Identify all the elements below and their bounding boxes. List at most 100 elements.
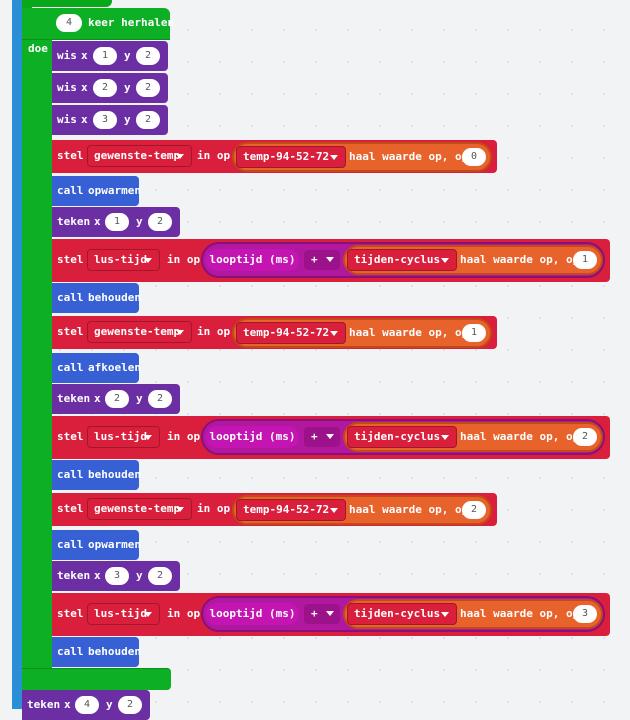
array-dropdown[interactable]: temp-94-52-72 xyxy=(236,499,346,521)
teken-block[interactable]: teken x 4 y 2 xyxy=(22,690,150,720)
y-value-input[interactable]: 2 xyxy=(136,47,160,65)
array-get-block[interactable]: temp-94-52-72 haal waarde op, op 2 xyxy=(232,495,492,525)
x-value-input[interactable]: 4 xyxy=(75,696,99,714)
looptijd-block[interactable]: looptijd (ms) xyxy=(206,249,299,271)
array-get-label: haal waarde op, op xyxy=(349,326,469,339)
operator-label: + xyxy=(311,607,318,620)
call-opwarmen-block[interactable]: call opwarmen xyxy=(52,176,141,206)
teken-block[interactable]: teken x 2 y 2 xyxy=(52,384,180,414)
variable-dropdown-label: gewenste-temp xyxy=(94,502,181,515)
x-value-input[interactable]: 1 xyxy=(105,213,129,231)
teken-label: teken xyxy=(27,698,61,711)
array-get-label: haal waarde op, op xyxy=(460,607,580,620)
wis-block[interactable]: wis x 1 y 2 xyxy=(52,41,168,71)
repeat-block-body[interactable]: doe xyxy=(22,40,52,690)
array-dropdown-label: temp-94-52-72 xyxy=(243,503,330,516)
y-value-input[interactable]: 2 xyxy=(136,111,160,129)
variable-dropdown[interactable]: lus-tijd xyxy=(87,603,160,625)
set-gewenste-temp-block[interactable]: stel gewenste-temp in op temp-94-52-72 haal … xyxy=(52,493,497,526)
operator-dropdown[interactable]: + xyxy=(304,604,340,624)
repeat-count-input[interactable]: 4 xyxy=(56,14,82,32)
array-dropdown[interactable]: temp-94-52-72 xyxy=(236,146,346,168)
set-lus-tijd-block[interactable]: stel lus-tijd in op looptijd (ms) + tijden-cy… xyxy=(52,593,610,636)
array-dropdown-label: tijden-cyclus xyxy=(354,430,441,443)
call-opwarmen-block[interactable]: call opwarmen xyxy=(52,530,141,560)
math-add-block[interactable]: looptijd (ms) + tijden-cyclus haal waarde o… xyxy=(201,596,605,632)
set-lus-tijd-block[interactable]: stel lus-tijd in op looptijd (ms) + tijden-cy… xyxy=(52,239,610,282)
chevron-down-icon xyxy=(326,611,334,616)
y-value-input[interactable]: 2 xyxy=(148,567,172,585)
set-lus-tijd-block[interactable]: stel lus-tijd in op looptijd (ms) + tijden-cy… xyxy=(52,416,610,459)
x-value-input[interactable]: 3 xyxy=(105,567,129,585)
call-behouden-block[interactable]: call behouden xyxy=(52,460,141,490)
x-label: x xyxy=(81,81,88,94)
array-get-block[interactable]: tijden-cyclus haal waarde op, op 2 xyxy=(343,422,603,452)
array-dropdown[interactable]: temp-94-52-72 xyxy=(236,322,346,344)
array-dropdown[interactable]: tijden-cyclus xyxy=(347,603,457,625)
array-dropdown[interactable]: tijden-cyclus xyxy=(347,249,457,271)
chevron-down-icon xyxy=(144,612,152,617)
chevron-down-icon xyxy=(176,507,184,512)
array-index-input[interactable]: 2 xyxy=(462,501,486,519)
y-value-input[interactable]: 2 xyxy=(148,213,172,231)
wis-label: wis xyxy=(57,113,77,126)
set-gewenste-temp-block[interactable]: stel gewenste-temp in op temp-94-52-72 haal … xyxy=(52,140,497,173)
wis-block[interactable]: wis x 2 y 2 xyxy=(52,73,168,103)
x-label: x xyxy=(94,392,101,405)
y-label: y xyxy=(106,698,113,711)
x-value-input[interactable]: 2 xyxy=(105,390,129,408)
x-value-input[interactable]: 1 xyxy=(93,47,117,65)
math-add-block[interactable]: looptijd (ms) + tijden-cyclus haal waarde o… xyxy=(201,419,605,455)
teken-block[interactable]: teken x 3 y 2 xyxy=(52,561,180,591)
x-value-input[interactable]: 2 xyxy=(93,79,117,97)
call-behouden-block[interactable]: call behouden xyxy=(52,637,141,667)
array-index-input[interactable]: 3 xyxy=(573,605,597,623)
set-keyword: stel xyxy=(57,502,84,515)
x-label: x xyxy=(94,215,101,228)
array-get-block[interactable]: temp-94-52-72 haal waarde op, op 0 xyxy=(232,142,492,172)
y-value-input[interactable]: 2 xyxy=(148,390,172,408)
array-get-block[interactable]: tijden-cyclus haal waarde op, op 1 xyxy=(343,245,603,275)
variable-dropdown[interactable]: gewenste-temp xyxy=(87,145,192,167)
chevron-down-icon xyxy=(441,258,449,263)
variable-dropdown[interactable]: lus-tijd xyxy=(87,249,160,271)
variable-dropdown-label: lus-tijd xyxy=(94,253,147,266)
array-index-input[interactable]: 0 xyxy=(462,148,486,166)
array-get-label: haal waarde op, op xyxy=(460,253,580,266)
wis-label: wis xyxy=(57,49,77,62)
y-value-input[interactable]: 2 xyxy=(136,79,160,97)
repeat-block-header[interactable]: 4 keer herhalen xyxy=(22,8,174,40)
operator-dropdown[interactable]: + xyxy=(304,250,340,270)
array-get-label: haal waarde op, op xyxy=(349,150,469,163)
operator-dropdown[interactable]: + xyxy=(304,427,340,447)
call-afkoelen-block[interactable]: call afkoelen xyxy=(52,353,141,383)
variable-dropdown-label: lus-tijd xyxy=(94,607,147,620)
array-get-block[interactable]: tijden-cyclus haal waarde op, op 3 xyxy=(343,599,603,629)
y-value-input[interactable]: 2 xyxy=(118,696,142,714)
repeat-block-footer[interactable] xyxy=(22,668,171,690)
wis-block[interactable]: wis x 3 y 2 xyxy=(52,105,168,135)
set-keyword: stel xyxy=(57,607,84,620)
array-dropdown[interactable]: tijden-cyclus xyxy=(347,426,457,448)
teken-block[interactable]: teken x 1 y 2 xyxy=(52,207,180,237)
x-value-input[interactable]: 3 xyxy=(93,111,117,129)
operator-label: + xyxy=(311,430,318,443)
call-behouden-block[interactable]: call behouden xyxy=(52,283,141,313)
array-index-input[interactable]: 1 xyxy=(573,251,597,269)
function-name: behouden xyxy=(88,468,141,481)
set-gewenste-temp-block[interactable]: stel gewenste-temp in op temp-94-52-72 haal … xyxy=(52,316,497,349)
math-add-block[interactable]: looptijd (ms) + tijden-cyclus haal waarde o… xyxy=(201,242,605,278)
variable-dropdown[interactable]: lus-tijd xyxy=(87,426,160,448)
variable-dropdown[interactable]: gewenste-temp xyxy=(87,498,192,520)
array-index-input[interactable]: 2 xyxy=(573,428,597,446)
chevron-down-icon xyxy=(441,612,449,617)
function-name: afkoelen xyxy=(88,361,141,374)
call-keyword: call xyxy=(57,645,84,658)
workspace-left-rail xyxy=(12,0,22,709)
looptijd-block[interactable]: looptijd (ms) xyxy=(206,426,299,448)
teken-label: teken xyxy=(57,392,91,405)
array-get-block[interactable]: temp-94-52-72 haal waarde op, op 1 xyxy=(232,318,492,348)
variable-dropdown[interactable]: gewenste-temp xyxy=(87,321,192,343)
looptijd-block[interactable]: looptijd (ms) xyxy=(206,603,299,625)
array-index-input[interactable]: 1 xyxy=(462,324,486,342)
